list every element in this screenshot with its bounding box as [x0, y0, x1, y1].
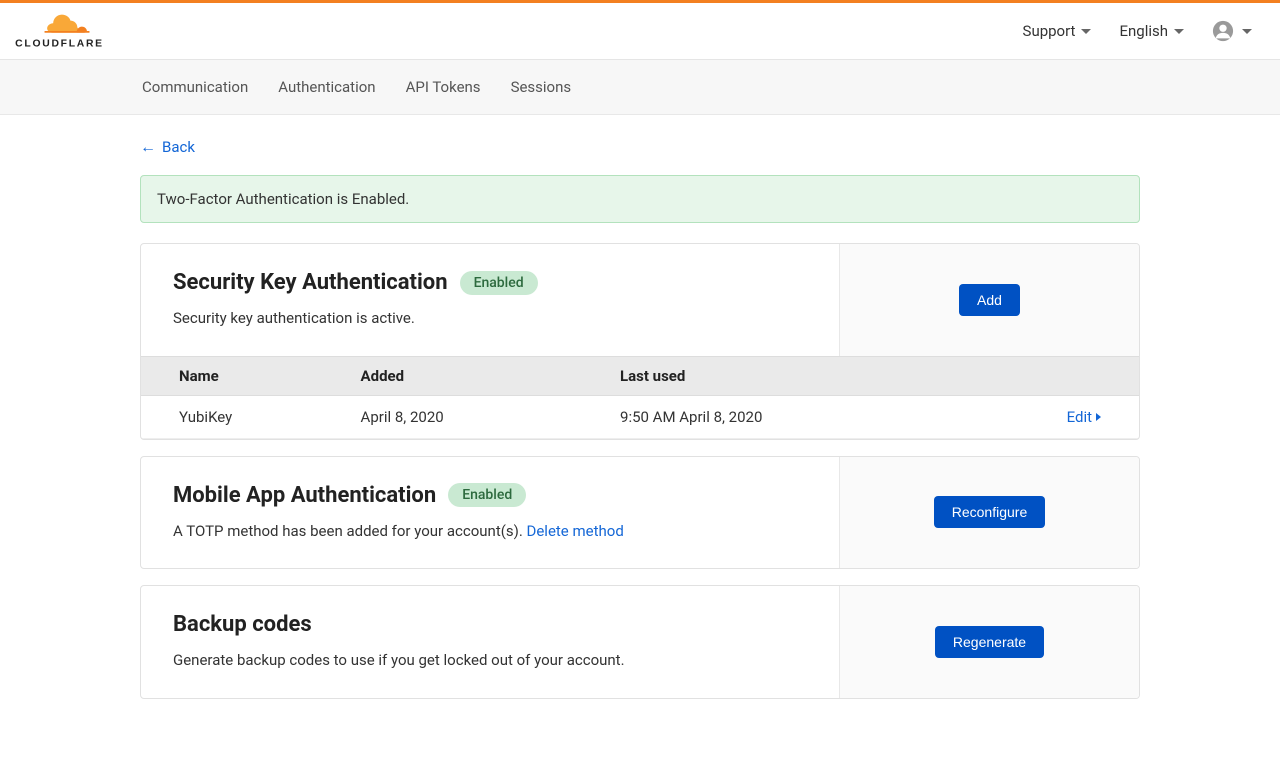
- cell-last-used: 9:50 AM April 8, 2020: [620, 395, 979, 438]
- backup-codes-card: Backup codes Generate backup codes to us…: [140, 585, 1140, 699]
- status-badge: Enabled: [448, 483, 526, 507]
- back-label: Back: [162, 138, 195, 156]
- col-action: [979, 356, 1139, 395]
- security-key-desc: Security key authentication is active.: [173, 307, 807, 330]
- add-button[interactable]: Add: [959, 284, 1020, 316]
- mobile-app-card: Mobile App Authentication Enabled A TOTP…: [140, 456, 1140, 570]
- language-label: English: [1119, 22, 1168, 40]
- svg-text:CLOUDFLARE: CLOUDFLARE: [15, 39, 104, 50]
- edit-label: Edit: [1067, 408, 1092, 426]
- topbar-right: Support English: [1023, 20, 1252, 42]
- regenerate-button[interactable]: Regenerate: [935, 626, 1044, 658]
- mobile-app-desc-text: A TOTP method has been added for your ac…: [173, 522, 527, 540]
- status-badge: Enabled: [460, 271, 538, 295]
- main-content: ← Back Two-Factor Authentication is Enab…: [140, 115, 1140, 755]
- mobile-app-desc: A TOTP method has been added for your ac…: [173, 520, 807, 543]
- delete-method-link[interactable]: Delete method: [527, 522, 624, 540]
- support-label: Support: [1023, 22, 1076, 40]
- table-row: YubiKey April 8, 2020 9:50 AM April 8, 2…: [141, 395, 1139, 438]
- alert-text: Two-Factor Authentication is Enabled.: [157, 190, 409, 208]
- backup-codes-title: Backup codes: [173, 612, 312, 637]
- security-key-table: Name Added Last used YubiKey April 8, 20…: [141, 356, 1139, 439]
- arrow-left-icon: ←: [140, 137, 156, 157]
- chevron-right-icon: [1096, 413, 1101, 421]
- chevron-down-icon: [1174, 29, 1184, 34]
- user-icon: [1212, 20, 1234, 42]
- cell-name: YubiKey: [141, 395, 361, 438]
- reconfigure-button[interactable]: Reconfigure: [934, 496, 1046, 528]
- security-key-title: Security Key Authentication: [173, 270, 448, 295]
- table-header-row: Name Added Last used: [141, 356, 1139, 395]
- col-name: Name: [141, 356, 361, 395]
- user-menu[interactable]: [1212, 20, 1252, 42]
- tab-communication[interactable]: Communication: [142, 60, 248, 114]
- tabbar: Communication Authentication API Tokens …: [0, 60, 1280, 115]
- status-alert: Two-Factor Authentication is Enabled.: [140, 175, 1140, 223]
- cloudflare-logo[interactable]: CLOUDFLARE: [12, 12, 122, 50]
- language-dropdown[interactable]: English: [1119, 22, 1184, 40]
- tab-authentication[interactable]: Authentication: [278, 60, 375, 114]
- col-last-used: Last used: [620, 356, 979, 395]
- col-added: Added: [361, 356, 620, 395]
- tab-sessions[interactable]: Sessions: [511, 60, 572, 114]
- chevron-down-icon: [1081, 29, 1091, 34]
- backup-codes-desc: Generate backup codes to use if you get …: [173, 649, 807, 672]
- security-key-card: Security Key Authentication Enabled Secu…: [140, 243, 1140, 440]
- cell-added: April 8, 2020: [361, 395, 620, 438]
- chevron-down-icon: [1242, 29, 1252, 34]
- tab-api-tokens[interactable]: API Tokens: [406, 60, 481, 114]
- support-dropdown[interactable]: Support: [1023, 22, 1092, 40]
- mobile-app-title: Mobile App Authentication: [173, 483, 436, 508]
- back-link[interactable]: ← Back: [140, 115, 195, 175]
- topbar: CLOUDFLARE Support English: [0, 3, 1280, 60]
- edit-link[interactable]: Edit: [1067, 408, 1101, 426]
